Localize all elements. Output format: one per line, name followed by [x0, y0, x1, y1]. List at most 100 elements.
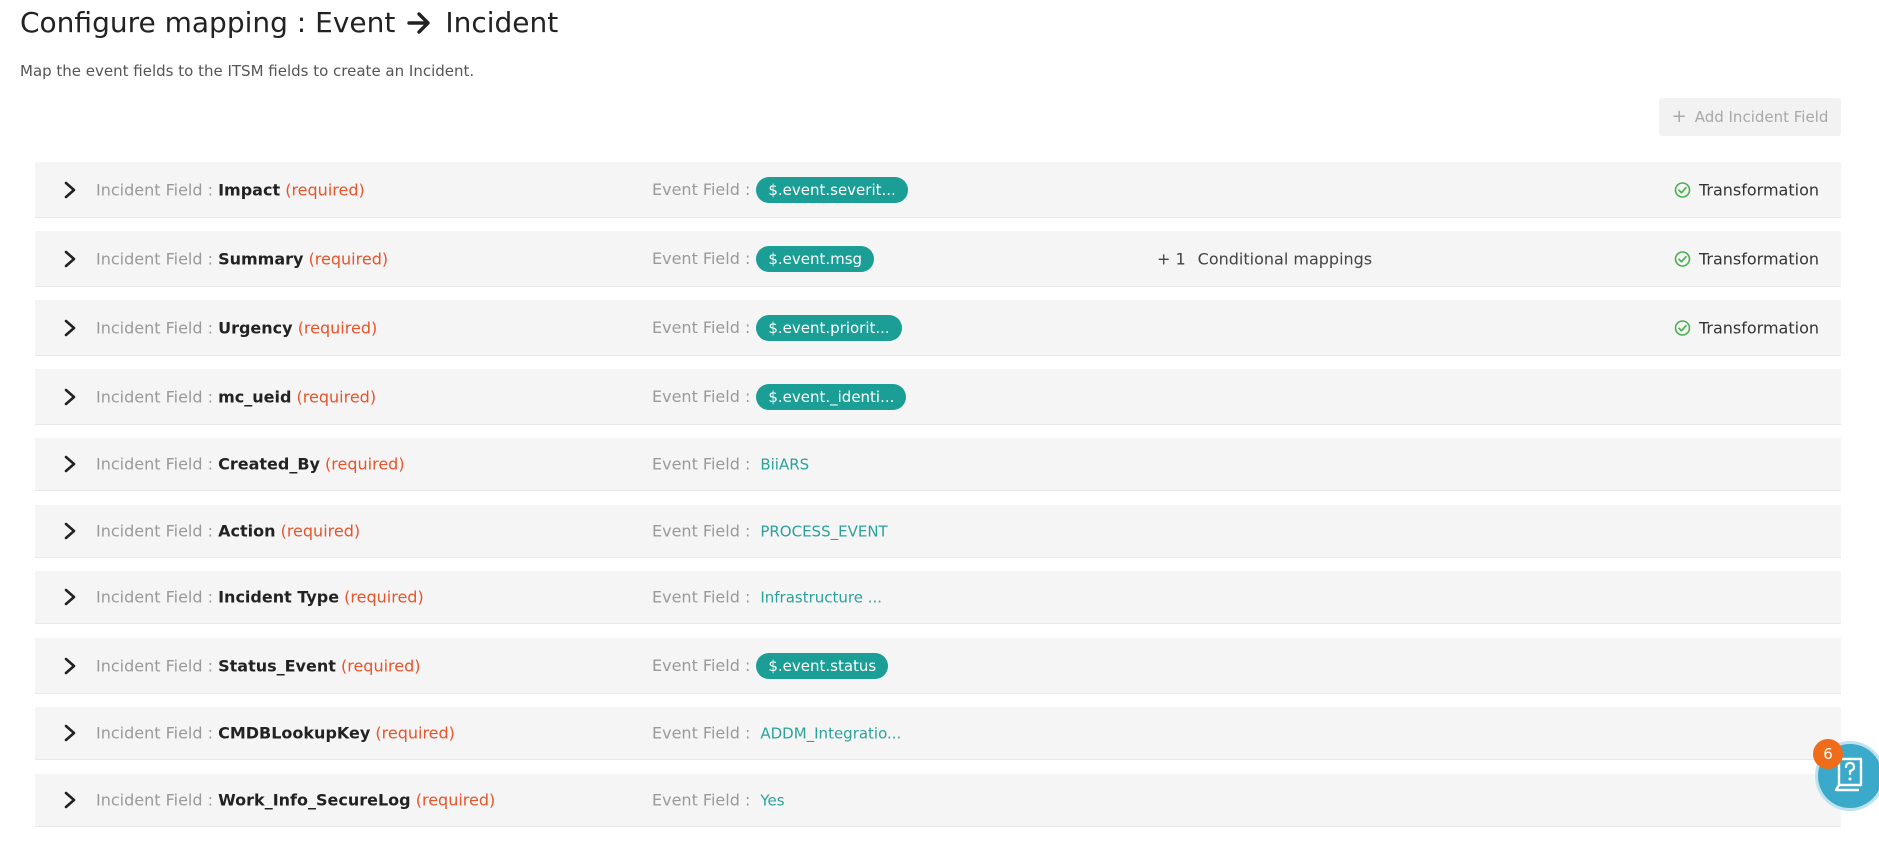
chevron-right-icon[interactable]	[63, 588, 77, 606]
incident-field: Incident Field : Incident Type (required…	[96, 588, 424, 607]
incident-field-name: mc_ueid	[218, 387, 292, 406]
mapping-row[interactable]: Incident Field : Urgency (required) Event…	[35, 300, 1841, 356]
required-marker: (required)	[296, 387, 377, 406]
event-field-value[interactable]: ADDM_Integratio...	[760, 724, 901, 742]
chevron-right-icon[interactable]	[63, 319, 77, 337]
event-field-value[interactable]: $.event.status	[756, 652, 889, 679]
incident-field-name: Summary	[218, 249, 304, 268]
incident-field-name: Urgency	[218, 318, 293, 337]
check-circle-icon	[1674, 181, 1691, 198]
transformation-label: Transformation	[1698, 249, 1819, 268]
mapping-row[interactable]: Incident Field : Impact (required) Event …	[35, 162, 1841, 218]
event-field-label: Event Field :	[652, 387, 751, 406]
mapping-row[interactable]: Incident Field : Status_Event (required)…	[35, 638, 1841, 694]
incident-field-name: Incident Type	[218, 587, 340, 607]
incident-field-label: Incident Field :	[96, 249, 219, 268]
incident-field-name: CMDBLookupKey	[218, 723, 371, 743]
event-field: Event Field : Infrastructure ...	[652, 588, 882, 607]
mapping-row[interactable]: Incident Field : Action (required) Event …	[35, 505, 1841, 558]
transformation-label: Transformation	[1698, 318, 1819, 337]
incident-field-label: Incident Field :	[96, 387, 219, 406]
event-field: Event Field : PROCESS_EVENT	[652, 522, 888, 541]
event-field: Event Field : $.event.msg	[652, 245, 875, 272]
event-field-label: Event Field :	[652, 454, 751, 474]
notification-badge: 6	[1813, 739, 1843, 769]
event-field: Event Field : $.event.severit...	[652, 176, 908, 203]
event-field-value[interactable]: $.event.msg	[756, 245, 875, 272]
page-title-suffix: Incident	[445, 6, 559, 39]
mapping-row[interactable]: Incident Field : Summary (required) Event…	[35, 231, 1841, 287]
event-field: Event Field : ADDM_Integratio...	[652, 724, 901, 743]
page-title: Configure mapping : Event Incident	[20, 6, 558, 39]
event-field-label: Event Field :	[652, 180, 751, 199]
incident-field: Incident Field : Work_Info_SecureLog (re…	[96, 791, 495, 810]
incident-field-label: Incident Field :	[96, 318, 219, 337]
chevron-right-icon[interactable]	[63, 791, 77, 809]
required-marker: (required)	[415, 790, 496, 810]
event-field-value[interactable]: Infrastructure ...	[760, 588, 882, 606]
event-field-value[interactable]: $.event.severit...	[756, 176, 908, 203]
event-field-label: Event Field :	[652, 790, 751, 810]
add-incident-field-button[interactable]: + Add Incident Field	[1659, 98, 1841, 136]
required-marker: (required)	[340, 656, 421, 675]
event-field: Event Field : $.event.status	[652, 652, 889, 679]
incident-field-label: Incident Field :	[96, 587, 219, 607]
chevron-right-icon[interactable]	[63, 388, 77, 406]
event-field-value[interactable]: $.event.priorit...	[756, 314, 902, 341]
required-marker: (required)	[325, 454, 405, 474]
mapping-row[interactable]: Incident Field : Incident Type (required…	[35, 571, 1841, 624]
chevron-right-icon[interactable]	[63, 181, 77, 199]
conditional-mappings[interactable]: + 1 Conditional mappings	[1157, 249, 1372, 268]
chevron-right-icon[interactable]	[63, 522, 77, 540]
incident-field-label: Incident Field :	[96, 454, 219, 474]
event-field-label: Event Field :	[652, 723, 751, 743]
incident-field: Incident Field : Status_Event (required)	[96, 656, 421, 675]
event-field-value[interactable]: $.event._identi...	[756, 383, 907, 410]
incident-field-name: Status_Event	[218, 656, 336, 675]
mapping-row[interactable]: Incident Field : Work_Info_SecureLog (re…	[35, 774, 1841, 827]
plus-icon: +	[1671, 106, 1687, 127]
mapping-row[interactable]: Incident Field : CMDBLookupKey (required…	[35, 707, 1841, 760]
chevron-right-icon[interactable]	[63, 657, 77, 675]
check-circle-icon	[1674, 319, 1691, 336]
event-field-value[interactable]: Yes	[760, 791, 784, 809]
required-marker: (required)	[375, 723, 455, 743]
event-field: Event Field : BiiARS	[652, 455, 809, 474]
chevron-right-icon[interactable]	[63, 724, 77, 742]
incident-field-label: Incident Field :	[96, 656, 219, 675]
transformation-status[interactable]: Transformation	[1674, 249, 1819, 268]
incident-field: Incident Field : mc_ueid (required)	[96, 387, 376, 406]
event-field-value[interactable]: PROCESS_EVENT	[760, 522, 887, 540]
incident-field-label: Incident Field :	[96, 521, 219, 541]
incident-field: Incident Field : Urgency (required)	[96, 318, 377, 337]
incident-field-name: Impact	[218, 180, 281, 199]
transformation-status[interactable]: Transformation	[1674, 180, 1819, 199]
event-field-label: Event Field :	[652, 656, 751, 675]
event-field: Event Field : $.event._identi...	[652, 383, 907, 410]
page-subtitle: Map the event fields to the ITSM fields …	[20, 62, 475, 80]
incident-field: Incident Field : Summary (required)	[96, 249, 388, 268]
add-incident-field-label: Add Incident Field	[1694, 108, 1829, 126]
required-marker: (required)	[280, 521, 361, 541]
event-field-label: Event Field :	[652, 587, 751, 607]
mapping-row[interactable]: Incident Field : Created_By (required) Ev…	[35, 438, 1841, 491]
required-marker: (required)	[297, 318, 378, 337]
incident-field-name: Created_By	[218, 454, 320, 474]
arrow-right-icon	[407, 11, 433, 35]
incident-field-label: Incident Field :	[96, 723, 219, 743]
incident-field-name: Work_Info_SecureLog	[218, 790, 411, 810]
event-field-value[interactable]: BiiARS	[760, 455, 809, 473]
incident-field: Incident Field : CMDBLookupKey (required…	[96, 724, 455, 743]
check-circle-icon	[1674, 250, 1691, 267]
event-field-label: Event Field :	[652, 318, 751, 337]
chevron-right-icon[interactable]	[63, 455, 77, 473]
transformation-status[interactable]: Transformation	[1674, 318, 1819, 337]
incident-field: Incident Field : Impact (required)	[96, 180, 365, 199]
incident-field-label: Incident Field :	[96, 180, 219, 199]
required-marker: (required)	[308, 249, 389, 268]
transformation-label: Transformation	[1698, 180, 1819, 199]
event-field: Event Field : Yes	[652, 791, 785, 810]
event-field-label: Event Field :	[652, 249, 751, 268]
mapping-row[interactable]: Incident Field : mc_ueid (required) Event…	[35, 369, 1841, 425]
chevron-right-icon[interactable]	[63, 250, 77, 268]
